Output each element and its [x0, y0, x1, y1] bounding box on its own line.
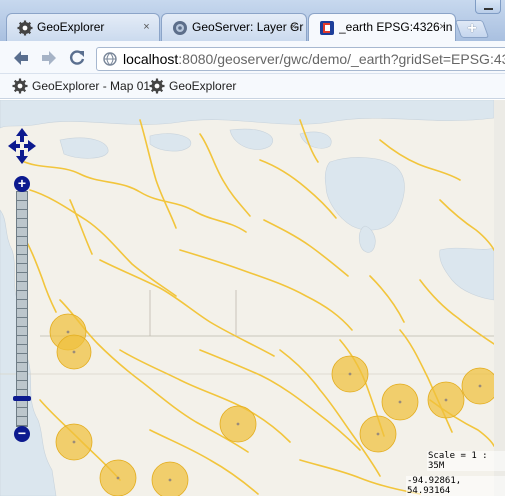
pan-right-arrow-icon — [24, 140, 36, 152]
tab-close-icon[interactable]: × — [140, 21, 153, 34]
tab-geoserver[interactable]: GeoServer: Layer Gr × — [161, 13, 307, 41]
zoom-out-button[interactable]: − — [14, 426, 30, 442]
scale-line: Scale = 1 : 35M — [427, 451, 505, 471]
geoexplorer-gear-icon — [12, 78, 28, 94]
zoom-bar: + − — [13, 176, 31, 442]
page-icon — [103, 52, 117, 66]
tab-strip: GeoExplorer × GeoServer: Layer Gr × _ear… — [0, 0, 505, 41]
arctic-ocean — [0, 100, 494, 129]
pan-up-arrow-icon — [16, 128, 28, 142]
window-minimize-button[interactable] — [475, 0, 501, 14]
geoexplorer-gear-icon — [17, 20, 33, 36]
reload-icon — [70, 50, 85, 65]
navigation-toolbar: localhost:8080/geoserver/gwc/demo/_earth… — [0, 41, 505, 74]
tab-close-icon[interactable]: × — [436, 21, 449, 34]
address-bar[interactable]: localhost:8080/geoserver/gwc/demo/_earth… — [96, 47, 505, 71]
pan-down-arrow-icon — [16, 150, 28, 164]
tab-earth-epsg[interactable]: _earth EPSG:4326 in × — [308, 13, 456, 41]
bookmark-label: GeoExplorer — [169, 79, 237, 93]
map-marker — [461, 367, 494, 405]
new-tab-button[interactable]: + — [454, 20, 490, 38]
bookmarks-bar: GeoExplorer - Map 01 GeoExplorer — [0, 74, 505, 99]
zoom-slider-handle[interactable] — [13, 395, 31, 401]
map-viewport[interactable] — [0, 100, 494, 496]
reload-button[interactable] — [66, 47, 88, 69]
zoom-track[interactable] — [16, 191, 28, 427]
plus-icon: + — [467, 20, 477, 37]
pan-left-arrow-icon — [8, 140, 20, 152]
bookmark-geoexplorer[interactable]: GeoExplorer — [149, 78, 236, 95]
hudson-bay — [324, 157, 405, 231]
back-button[interactable] — [10, 47, 32, 69]
mouse-position: -94.92861, 54.93164 — [406, 476, 505, 496]
bookmark-label: GeoExplorer - Map 01 — [32, 79, 151, 93]
url-text: localhost:8080/geoserver/gwc/demo/_earth… — [123, 50, 505, 68]
tab-geoexplorer[interactable]: GeoExplorer × — [6, 13, 160, 41]
bookmark-geoexplorer-map-01[interactable]: GeoExplorer - Map 01 — [12, 78, 150, 95]
map-base-layer — [0, 100, 494, 496]
gulf-stlawrence — [439, 247, 494, 301]
openlayers-icon — [320, 21, 334, 35]
forward-button[interactable] — [38, 47, 60, 69]
arctic-islands — [59, 128, 332, 159]
zoom-in-button[interactable]: + — [14, 176, 30, 192]
tab-close-icon[interactable]: × — [287, 21, 300, 34]
map-scrollbar[interactable] — [494, 100, 505, 496]
forward-arrow-icon — [42, 51, 56, 65]
geoexplorer-gear-icon — [149, 78, 165, 94]
marker-center-layer — [66, 330, 482, 482]
geoserver-icon — [173, 21, 187, 35]
url-path: :8080/geoserver/gwc/demo/_earth?gridSet=… — [178, 51, 505, 67]
url-host: localhost — [123, 51, 179, 67]
back-arrow-icon — [14, 51, 28, 65]
pan-control[interactable] — [6, 126, 38, 166]
